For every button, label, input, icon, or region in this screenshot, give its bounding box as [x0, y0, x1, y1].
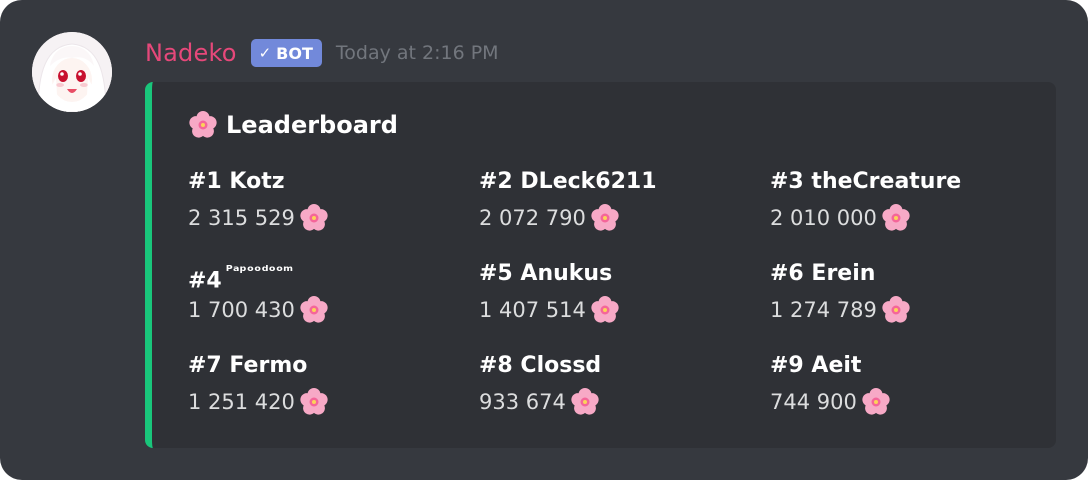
leaderboard-field: #8 Clossd 933 674 [479, 348, 601, 420]
field-value: 1 700 430 [188, 292, 329, 328]
field-name: #4 ᴾᵃᵖᵒᵒᵈᵒᵒᵐ [188, 256, 329, 294]
field-name: #2 DLeck6211 [479, 164, 657, 200]
rank-label: #6 [770, 261, 804, 286]
field-name: #5 Anukus [479, 256, 620, 292]
field-value: 2 010 000 [770, 200, 961, 236]
rank-label: #1 [188, 169, 222, 194]
rank-label: #7 [188, 353, 222, 378]
leaderboard-field: #4 ᴾᵃᵖᵒᵒᵈᵒᵒᵐ 1 700 430 [188, 256, 329, 328]
bot-tag-label: BOT [276, 43, 313, 63]
rank-label: #5 [479, 261, 513, 286]
leaderboard-field: #1 Kotz 2 315 529 [188, 164, 329, 236]
leaderboard-field: #9 Aeit 744 900 [770, 348, 891, 420]
avatar[interactable] [32, 32, 112, 112]
player-name: DLeck6211 [520, 169, 657, 194]
cherry-blossom-icon [881, 295, 911, 325]
cherry-blossom-icon [861, 387, 891, 417]
leaderboard-field: #5 Anukus 1 407 514 [479, 256, 620, 328]
leaderboard-embed: Leaderboard #1 Kotz 2 315 529 #2 DLeck6211… [145, 82, 1056, 448]
field-value: 1 407 514 [479, 292, 620, 328]
rank-label: #2 [479, 169, 513, 194]
cherry-blossom-icon [590, 203, 620, 233]
field-name: #1 Kotz [188, 164, 329, 200]
field-value: 2 315 529 [188, 200, 329, 236]
field-value: 933 674 [479, 384, 601, 420]
field-name: #9 Aeit [770, 348, 891, 384]
bot-tag: ✓ BOT [250, 39, 322, 67]
field-value: 744 900 [770, 384, 891, 420]
leaderboard-field: #2 DLeck6211 2 072 790 [479, 164, 657, 236]
player-name: Erein [811, 261, 876, 286]
rank-label: #8 [479, 353, 513, 378]
score-value: 1 407 514 [479, 298, 586, 322]
score-value: 1 700 430 [188, 298, 295, 322]
message-header: Nadeko ✓ BOT Today at 2:16 PM [145, 36, 499, 70]
field-name: #6 Erein [770, 256, 911, 292]
leaderboard-field: #6 Erein 1 274 789 [770, 256, 911, 328]
player-name: Fermo [229, 353, 308, 378]
username[interactable]: Nadeko [145, 39, 237, 67]
field-name: #3 theCreature [770, 164, 961, 200]
score-value: 933 674 [479, 390, 566, 414]
score-value: 2 072 790 [479, 206, 586, 230]
rank-label: #3 [770, 169, 804, 194]
rank-label: #4 [188, 268, 222, 294]
score-value: 2 315 529 [188, 206, 295, 230]
score-value: 744 900 [770, 390, 857, 414]
cherry-blossom-icon [881, 203, 911, 233]
anime-girl-avatar-icon [32, 32, 112, 112]
cherry-blossom-icon [299, 387, 329, 417]
player-name: ᴾᵃᵖᵒᵒᵈᵒᵒᵐ [225, 262, 294, 280]
cherry-blossom-icon [590, 295, 620, 325]
field-value: 1 251 420 [188, 384, 329, 420]
field-name: #8 Clossd [479, 348, 601, 384]
player-name: Aeit [811, 353, 862, 378]
player-name: Anukus [520, 261, 613, 286]
score-value: 2 010 000 [770, 206, 877, 230]
score-value: 1 251 420 [188, 390, 295, 414]
timestamp[interactable]: Today at 2:16 PM [336, 42, 499, 64]
cherry-blossom-icon [299, 295, 329, 325]
field-value: 1 274 789 [770, 292, 911, 328]
cherry-blossom-icon [570, 387, 600, 417]
leaderboard-field: #7 Fermo 1 251 420 [188, 348, 329, 420]
player-name: theCreature [811, 169, 962, 194]
embed-title: Leaderboard [188, 110, 398, 140]
checkmark-icon: ✓ [258, 44, 272, 62]
field-name: #7 Fermo [188, 348, 329, 384]
embed-title-text: Leaderboard [226, 111, 398, 139]
rank-label: #9 [770, 353, 804, 378]
discord-message-window: Nadeko ✓ BOT Today at 2:16 PM Leaderboar… [0, 0, 1088, 480]
field-value: 2 072 790 [479, 200, 657, 236]
player-name: Clossd [520, 353, 602, 378]
leaderboard-field: #3 theCreature 2 010 000 [770, 164, 961, 236]
player-name: Kotz [229, 169, 285, 194]
score-value: 1 274 789 [770, 298, 877, 322]
cherry-blossom-icon [299, 203, 329, 233]
cherry-blossom-icon [188, 110, 218, 140]
